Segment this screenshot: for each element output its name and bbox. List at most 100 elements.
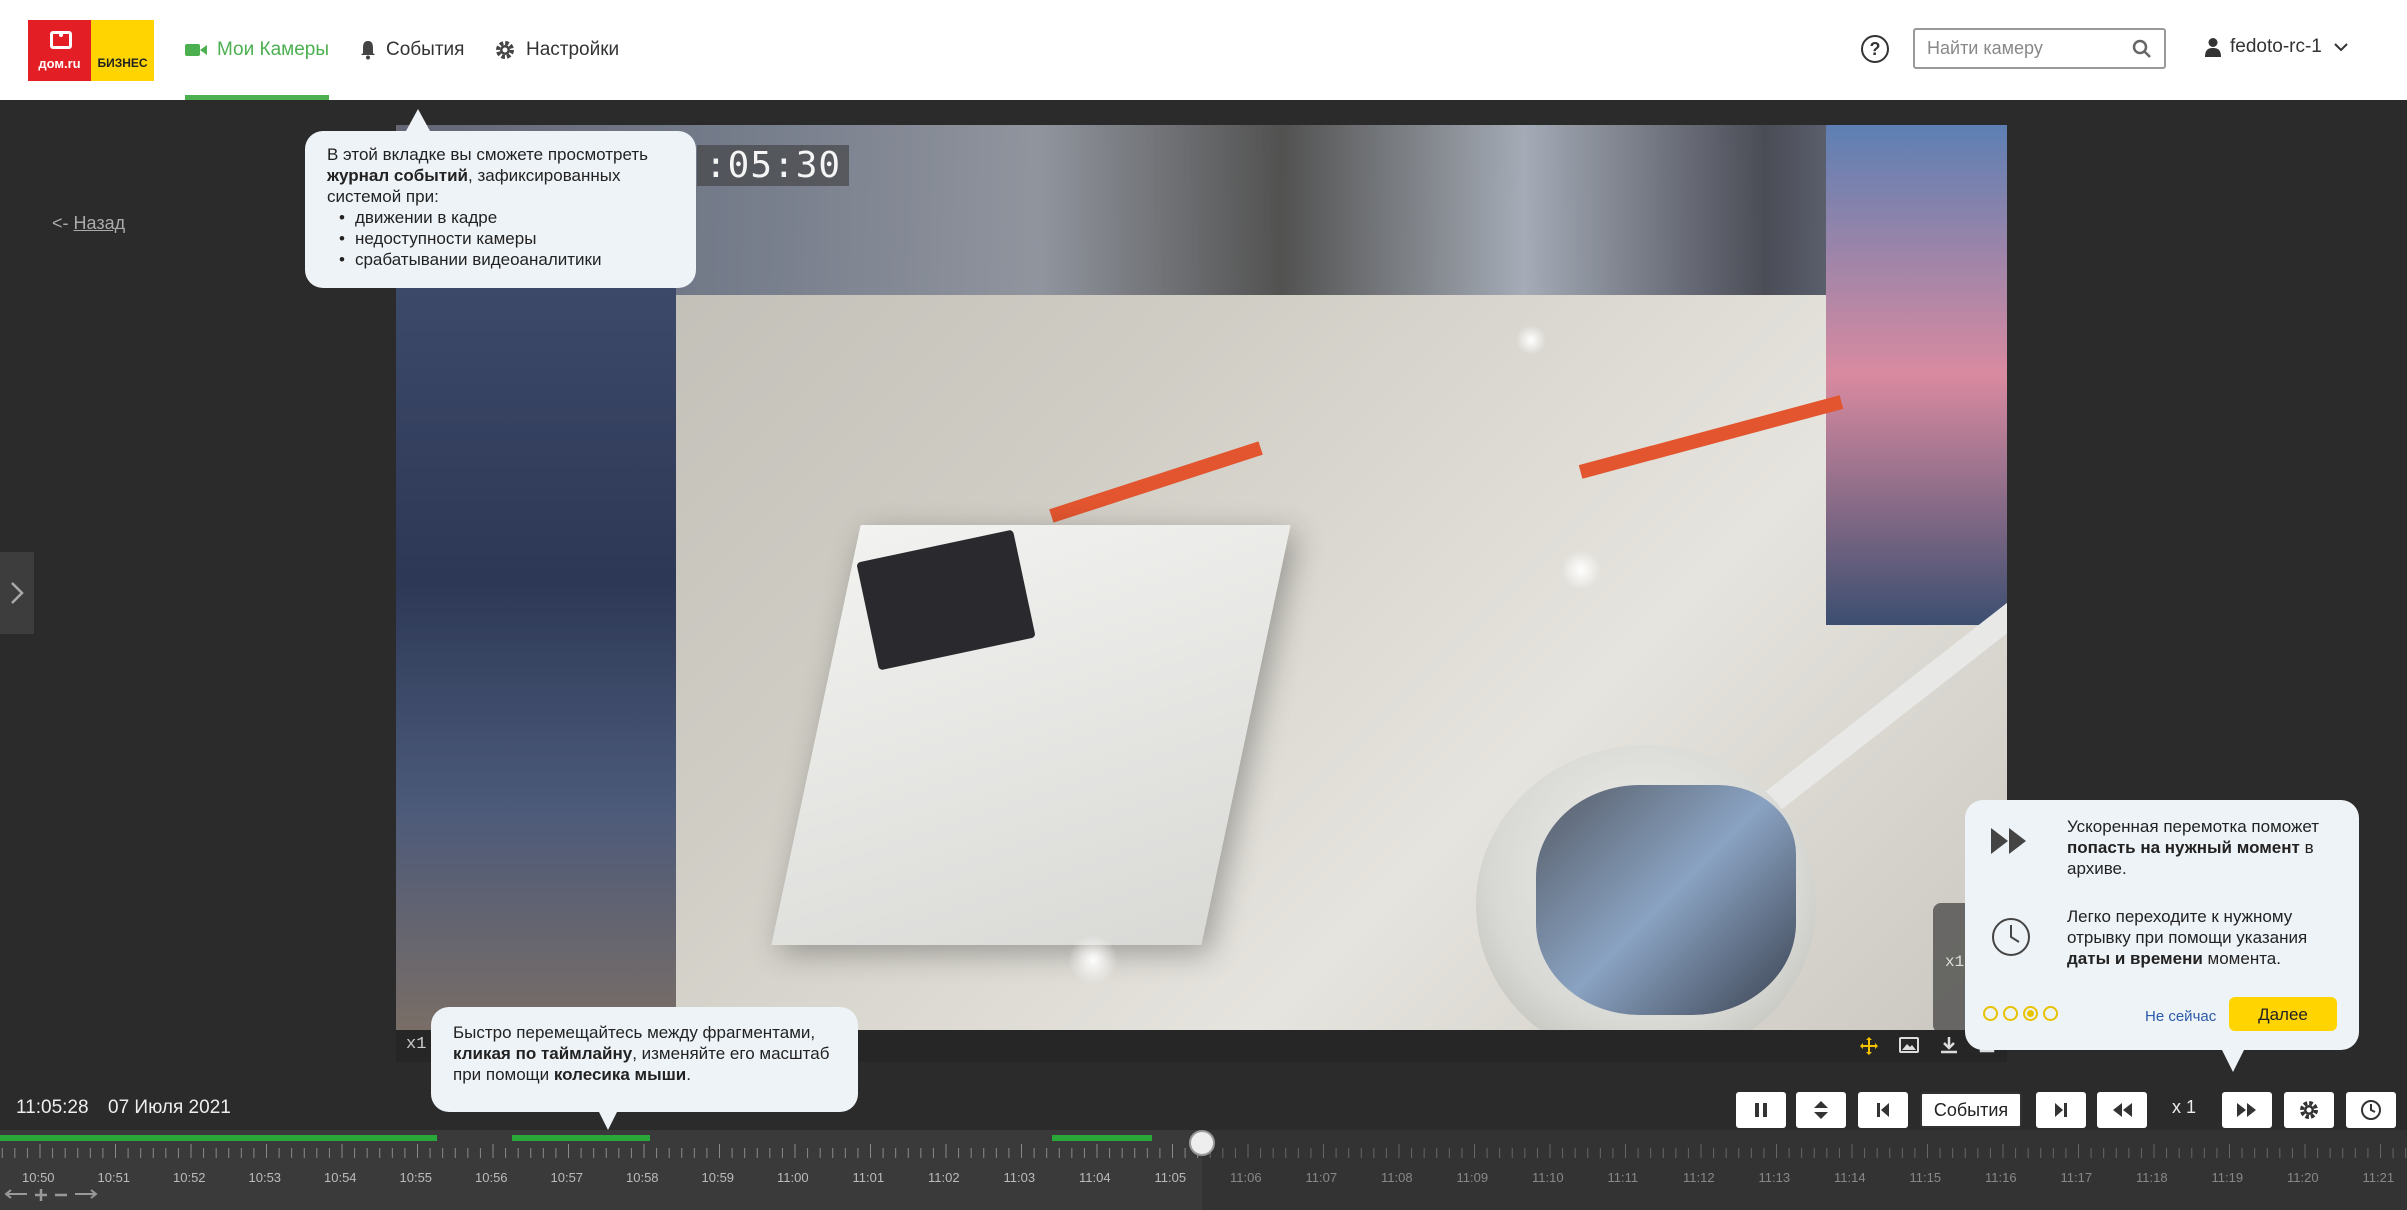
- events-button[interactable]: События: [1920, 1092, 2022, 1128]
- video-light-reflection: [1561, 550, 1601, 590]
- skip-forward-icon: [2055, 1103, 2067, 1117]
- search-input[interactable]: [1915, 30, 2115, 67]
- tab-events[interactable]: События: [360, 0, 464, 100]
- timeline-label: 10:59: [701, 1170, 735, 1185]
- timeline-hint-line: , изменяйте его масштаб: [632, 1044, 830, 1063]
- timeline-label: 11:10: [1532, 1170, 1564, 1185]
- timeline-zoom-controls: [4, 1188, 98, 1202]
- events-tab-hint: В этой вкладке вы сможете просмотреть жу…: [305, 109, 696, 288]
- video-camera-icon: [185, 44, 207, 56]
- timeline-label: 11:19: [2211, 1170, 2244, 1185]
- timeline-playhead-handle[interactable]: [1189, 1130, 1215, 1156]
- brand-logo[interactable]: дом.ru БИЗНЕС: [28, 20, 154, 81]
- timeline-label: 11:13: [1758, 1170, 1791, 1185]
- chevron-right-icon: [11, 582, 24, 604]
- timeline-label: 11:20: [2287, 1170, 2319, 1185]
- tab-my-cameras[interactable]: Мои Камеры: [185, 0, 329, 100]
- rewind-icon: [2113, 1103, 2132, 1117]
- timeline-label: 11:15: [1909, 1170, 1942, 1185]
- timeline-label: 11:02: [928, 1170, 960, 1185]
- search-icon[interactable]: [2132, 39, 2152, 59]
- date-time-picker-button[interactable]: [2346, 1092, 2396, 1128]
- pause-button[interactable]: [1736, 1092, 1786, 1128]
- timeline-label: 10:52: [173, 1170, 206, 1185]
- timeline-label: 11:05: [1154, 1170, 1187, 1185]
- back-link[interactable]: <- Назад: [52, 213, 125, 234]
- not-now-button[interactable]: Не сейчас: [2145, 1006, 2216, 1027]
- events-hint-bold: журнал событий: [327, 166, 468, 185]
- timeline-label: 11:04: [1079, 1170, 1111, 1185]
- user-icon: [2205, 38, 2221, 57]
- playback-hint-bold: попасть на нужный момент: [2067, 838, 2300, 857]
- playback-hint-text: момента.: [2202, 949, 2281, 968]
- tab-settings[interactable]: Настройки: [494, 0, 619, 100]
- fast-forward-icon: [2237, 1103, 2256, 1117]
- timeline-label: 11:21: [2362, 1170, 2395, 1185]
- back-label: Назад: [73, 213, 126, 233]
- events-hint-line: В этой вкладке вы сможете просмотреть: [327, 145, 649, 164]
- tooltip-arrow: [599, 1112, 617, 1130]
- user-menu[interactable]: fedoto-rc-1: [2204, 36, 2356, 58]
- timeline-label: 11:03: [1003, 1170, 1036, 1185]
- timeline-record-segment[interactable]: [512, 1135, 650, 1141]
- next-event-button[interactable]: [2036, 1092, 2086, 1128]
- download-icon[interactable]: [1940, 1036, 1958, 1054]
- top-header: дом.ru БИЗНЕС Мои Камеры События Настрой…: [0, 0, 2407, 100]
- video-shelves-left: [396, 275, 676, 1030]
- timeline-hint-line: при помощи: [453, 1065, 554, 1084]
- snapshot-icon[interactable]: [1899, 1036, 1919, 1054]
- timeline-label: 11:07: [1305, 1170, 1338, 1185]
- timeline-label: 10:50: [22, 1170, 55, 1185]
- side-panel-toggle[interactable]: [0, 552, 34, 634]
- timeline-label: 10:58: [626, 1170, 659, 1185]
- help-icon[interactable]: ?: [1861, 35, 1889, 63]
- video-overlay-label: x1: [1945, 953, 1965, 971]
- clock-icon: [2361, 1100, 2381, 1120]
- timeline-label: 11:01: [852, 1170, 885, 1185]
- scroll-right-icon[interactable]: [74, 1188, 98, 1200]
- tab-settings-label: Настройки: [526, 39, 620, 60]
- logo-yellow-block: БИЗНЕС: [91, 20, 154, 81]
- timeline-record-segment[interactable]: [0, 1135, 437, 1141]
- active-tab-underline: [185, 95, 329, 100]
- timeline-record-segment[interactable]: [1052, 1135, 1152, 1141]
- events-hint-line: системой при:: [327, 187, 439, 206]
- gear-icon: [496, 41, 514, 59]
- scroll-left-icon[interactable]: [4, 1188, 28, 1200]
- clock-icon: [1992, 918, 2030, 956]
- timeline-label: 10:57: [550, 1170, 584, 1185]
- zoom-in-icon[interactable]: [34, 1188, 48, 1202]
- next-button[interactable]: Далее: [2229, 997, 2337, 1031]
- playback-hint: Ускоренная перемотка поможет попасть на …: [1965, 800, 2359, 1072]
- timeline-hint-bold: кликая по таймлайну: [453, 1044, 633, 1063]
- zoom-out-icon[interactable]: [54, 1188, 68, 1202]
- pause-icon: [1755, 1103, 1767, 1117]
- timeline-hint-line: Быстро перемещайтесь между фрагментами,: [453, 1023, 816, 1042]
- rewind-button[interactable]: [2097, 1092, 2147, 1128]
- timeline-label: 11:12: [1683, 1170, 1715, 1185]
- logo-red-block: дом.ru: [28, 20, 91, 81]
- video-light-reflection: [1516, 325, 1546, 355]
- move-icon[interactable]: [1859, 1036, 1879, 1056]
- tab-my-cameras-label: Мои Камеры: [217, 39, 329, 60]
- timeline-label: 11:11: [1607, 1170, 1639, 1185]
- playback-speed: x 1: [2172, 1097, 2197, 1117]
- timeline-label: 11:14: [1834, 1170, 1866, 1185]
- player-settings-button[interactable]: [2284, 1092, 2334, 1128]
- timeline-label: 11:16: [1985, 1170, 2017, 1185]
- video-rack-right: [1826, 125, 2007, 625]
- timeline-label: 11:17: [2060, 1170, 2093, 1185]
- previous-event-button[interactable]: [1858, 1092, 1908, 1128]
- timeline-label: 11:18: [2136, 1170, 2168, 1185]
- expand-collapse-button[interactable]: [1796, 1092, 1846, 1128]
- current-time: 11:05:28: [16, 1097, 89, 1118]
- events-hint-list: движении в кадре недоступности камеры ср…: [327, 207, 676, 270]
- gear-icon: [2300, 1101, 2318, 1119]
- playback-hint-fast-forward: Ускоренная перемотка поможет попасть на …: [2067, 816, 2347, 879]
- video-light-reflection: [1068, 935, 1118, 985]
- timeline-hint: Быстро перемещайтесь между фрагментами, …: [431, 1007, 858, 1130]
- fast-forward-button[interactable]: [2222, 1092, 2272, 1128]
- timeline-label: 11:09: [1456, 1170, 1489, 1185]
- timeline-label: 10:55: [399, 1170, 433, 1185]
- logo-left-text: дом.ru: [38, 56, 81, 71]
